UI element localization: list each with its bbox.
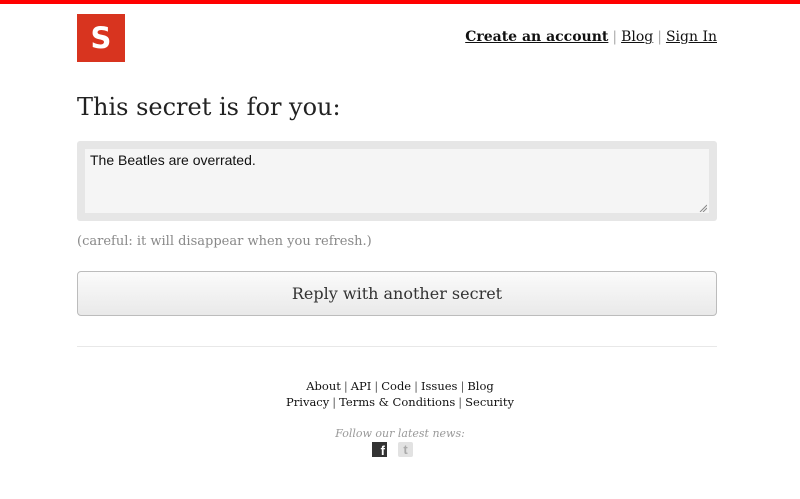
nav-separator: | xyxy=(612,29,618,45)
secret-textarea[interactable]: The Beatles are overrated. xyxy=(85,149,709,213)
blog-link[interactable]: Blog xyxy=(621,29,653,45)
top-nav: Create an account | Blog | Sign In xyxy=(465,29,717,45)
top-accent-bar xyxy=(0,0,800,4)
footer-links-row-1: About | API | Code | Issues | Blog xyxy=(0,379,800,393)
footer-separator: | xyxy=(332,395,337,409)
footer-issues-link[interactable]: Issues xyxy=(421,379,457,393)
footer-separator: | xyxy=(374,379,379,393)
create-account-link[interactable]: Create an account xyxy=(465,29,608,45)
nav-separator: | xyxy=(657,29,662,45)
footer-privacy-link[interactable]: Privacy xyxy=(286,395,329,409)
follow-label: Follow our latest news: xyxy=(335,427,465,440)
social-links: f t xyxy=(372,442,417,458)
footer-terms-link[interactable]: Terms & Conditions xyxy=(339,395,455,409)
site-logo[interactable]: S xyxy=(77,14,125,62)
footer-links-row-2: Privacy | Terms & Conditions | Security xyxy=(0,395,800,409)
footer-security-link[interactable]: Security xyxy=(465,395,514,409)
footer-separator: | xyxy=(458,395,463,409)
footer-blog-link[interactable]: Blog xyxy=(467,379,493,393)
page-title: This secret is for you: xyxy=(77,93,341,121)
footer-about-link[interactable]: About xyxy=(306,379,341,393)
resize-grip-icon[interactable] xyxy=(699,204,707,212)
refresh-warning: (careful: it will disappear when you ref… xyxy=(77,234,372,249)
sign-in-link[interactable]: Sign In xyxy=(666,29,717,45)
footer-api-link[interactable]: API xyxy=(351,379,372,393)
footer-separator: | xyxy=(460,379,465,393)
twitter-icon[interactable]: t xyxy=(398,442,413,457)
footer-separator: | xyxy=(414,379,418,393)
facebook-icon[interactable]: f xyxy=(372,442,387,457)
secret-container: The Beatles are overrated. xyxy=(77,141,717,221)
divider xyxy=(77,346,717,347)
footer-code-link[interactable]: Code xyxy=(381,379,411,393)
footer-separator: | xyxy=(343,379,348,393)
reply-button[interactable]: Reply with another secret xyxy=(77,271,717,316)
